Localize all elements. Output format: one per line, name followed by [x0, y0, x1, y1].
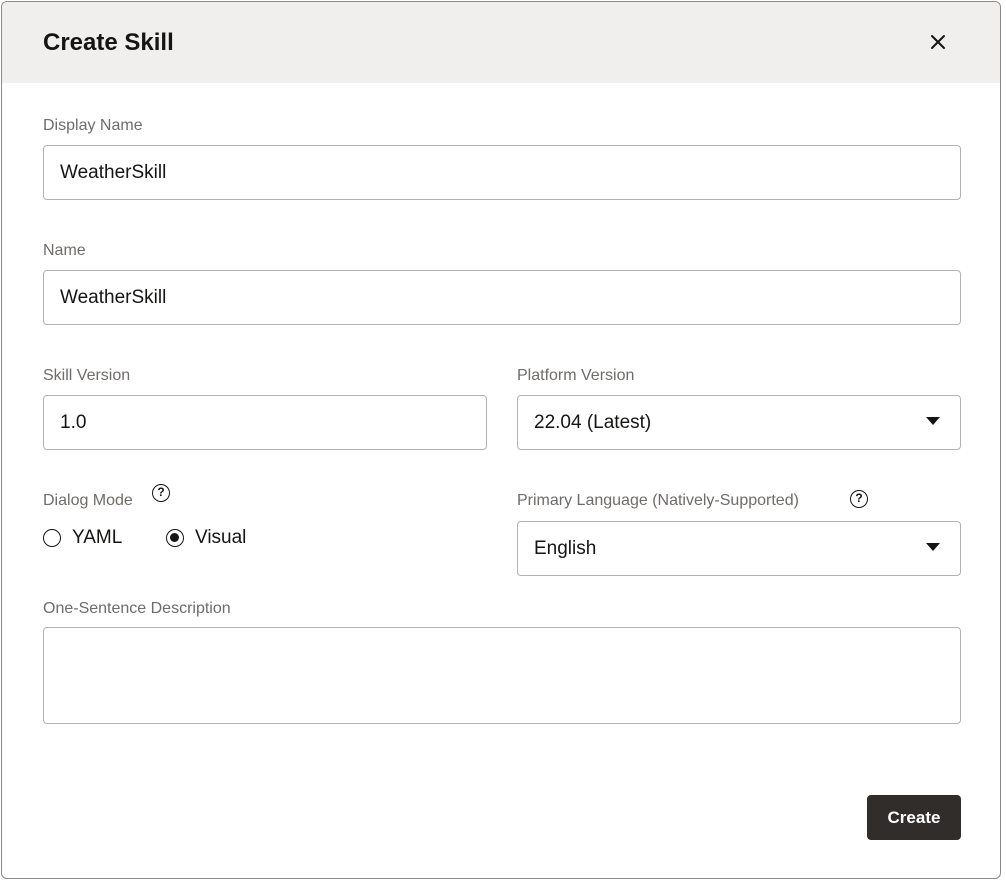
chevron-down-icon: [926, 543, 940, 551]
skill-version-label: Skill Version: [43, 367, 131, 384]
page: Create Skill Display Name WeatherSkill N…: [0, 0, 1006, 883]
description-textarea[interactable]: [43, 627, 961, 724]
help-icon[interactable]: ?: [850, 490, 868, 508]
primary-language-select[interactable]: English: [517, 521, 961, 576]
skill-version-input[interactable]: 1.0: [43, 395, 487, 450]
platform-version-value: 22.04 (Latest): [534, 412, 652, 433]
radio-visual-label: Visual: [195, 527, 247, 548]
radio-visual[interactable]: Visual: [166, 524, 246, 552]
dialog-mode-label: Dialog Mode: [43, 492, 133, 509]
platform-version-label: Platform Version: [517, 367, 635, 384]
radio-yaml[interactable]: YAML: [43, 524, 122, 552]
radio-visual-circle[interactable]: [166, 529, 184, 547]
name-label: Name: [43, 242, 86, 259]
platform-version-select[interactable]: 22.04 (Latest): [517, 395, 961, 450]
dialog-header: Create Skill: [2, 2, 1000, 83]
radio-yaml-label: YAML: [72, 527, 123, 548]
close-button[interactable]: [920, 24, 956, 60]
description-label: One-Sentence Description: [43, 600, 231, 617]
create-skill-dialog: Create Skill Display Name WeatherSkill N…: [1, 1, 1001, 879]
chevron-down-icon: [926, 417, 940, 425]
primary-language-label: Primary Language (Natively-Supported): [517, 492, 799, 509]
display-name-label: Display Name: [43, 117, 143, 134]
display-name-input[interactable]: WeatherSkill: [43, 145, 961, 200]
name-input[interactable]: WeatherSkill: [43, 270, 961, 325]
radio-yaml-circle[interactable]: [43, 529, 61, 547]
help-icon[interactable]: ?: [152, 484, 170, 502]
dialog-title: Create Skill: [43, 29, 174, 56]
primary-language-value: English: [534, 538, 597, 559]
close-icon: [931, 35, 945, 49]
create-button[interactable]: Create: [867, 795, 961, 840]
